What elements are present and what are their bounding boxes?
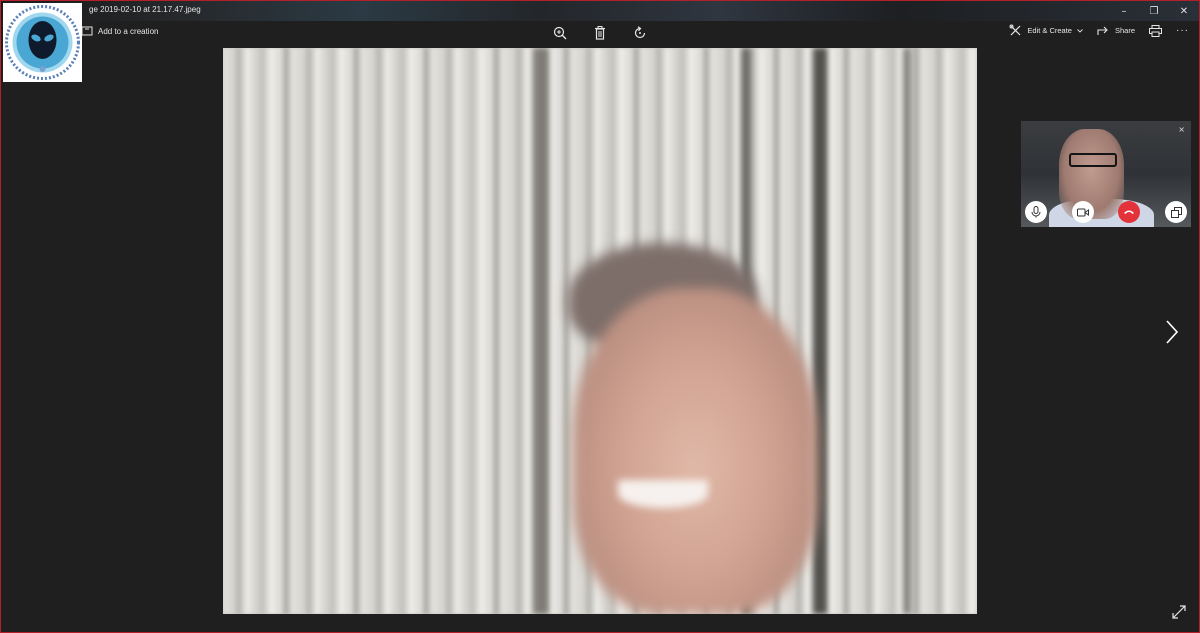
- alien-head-icon: [5, 5, 80, 80]
- expand-icon: [1172, 605, 1186, 619]
- chevron-right-icon: [1166, 320, 1178, 344]
- curtain-fold: [903, 48, 911, 614]
- video-icon: [1077, 208, 1089, 216]
- share-button[interactable]: Share: [1097, 25, 1135, 36]
- rotate-button[interactable]: [629, 23, 651, 43]
- minimize-button[interactable]: –: [1109, 1, 1139, 21]
- alien-logo: [3, 3, 82, 82]
- zoom-in-icon: [553, 26, 567, 40]
- switch-window-button[interactable]: [1165, 201, 1187, 223]
- video-toggle-button[interactable]: [1072, 201, 1094, 223]
- window-title: ge 2019-02-10 at 21.17.47.jpeg: [89, 5, 201, 14]
- caller-glasses: [1069, 153, 1117, 167]
- add-to-creation-button[interactable]: Add to a creation: [81, 26, 158, 36]
- hang-up-button[interactable]: [1118, 201, 1140, 223]
- hang-up-icon: [1124, 210, 1134, 214]
- add-to-creation-label: Add to a creation: [98, 26, 159, 36]
- toolbar-center: [549, 23, 651, 43]
- rotate-icon: [634, 26, 646, 39]
- next-photo-button[interactable]: [1161, 317, 1183, 347]
- call-preview-close-button[interactable]: ×: [1178, 125, 1185, 134]
- creation-icon: [81, 26, 93, 36]
- photos-app-window: ge 2019-02-10 at 21.17.47.jpeg – ❐ ✕ Add…: [0, 0, 1200, 633]
- fullscreen-button[interactable]: [1171, 604, 1187, 620]
- delete-button[interactable]: [589, 23, 611, 43]
- more-options-button[interactable]: ···: [1176, 25, 1189, 36]
- delete-icon: [595, 26, 605, 40]
- share-icon: [1097, 26, 1108, 35]
- main-photo: [223, 48, 977, 614]
- edit-create-label: Edit & Create: [1027, 26, 1072, 35]
- chevron-down-icon: [1077, 28, 1083, 33]
- person-smile: [618, 480, 708, 508]
- edit-create-button[interactable]: Edit & Create: [1009, 24, 1083, 37]
- call-controls: [1021, 201, 1191, 223]
- mute-button[interactable]: [1025, 201, 1047, 223]
- edit-create-icon: [1009, 24, 1021, 36]
- switch-window-icon: [1170, 206, 1182, 218]
- print-button[interactable]: [1149, 24, 1162, 37]
- person-face: [573, 288, 818, 614]
- restore-button[interactable]: ❐: [1139, 1, 1169, 21]
- zoom-button[interactable]: [549, 23, 571, 43]
- curtain-fold: [533, 48, 549, 614]
- video-call-preview[interactable]: ×: [1021, 121, 1191, 227]
- toolbar-right: Edit & Create Share ···: [1009, 24, 1189, 37]
- print-icon: [1149, 24, 1162, 37]
- close-button[interactable]: ✕: [1169, 1, 1199, 21]
- share-label: Share: [1114, 26, 1135, 35]
- title-bar: ge 2019-02-10 at 21.17.47.jpeg – ❐ ✕: [1, 1, 1199, 21]
- window-controls: – ❐ ✕: [1109, 1, 1199, 21]
- microphone-icon: [1031, 206, 1041, 218]
